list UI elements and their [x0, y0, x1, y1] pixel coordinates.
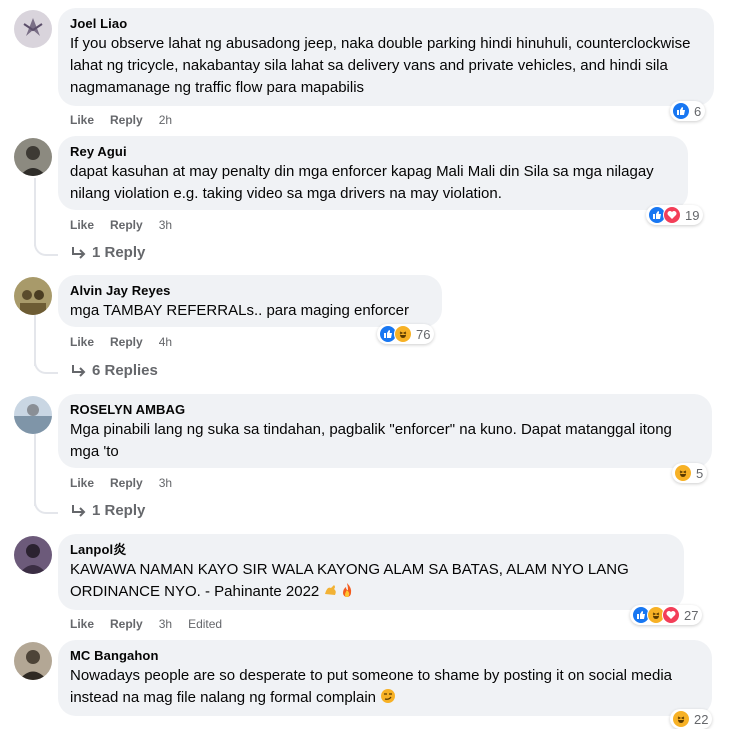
comment-text: dapat kasuhan at may penalty din mga enf… [70, 163, 654, 202]
comment-actions: Like Reply 3h Edited [70, 617, 222, 631]
comment-text-body: Nowadays people are so desperate to put … [70, 667, 673, 706]
avatar[interactable] [14, 642, 52, 680]
thread-line [34, 432, 36, 506]
comment-bubble: Rey Agui dapat kasuhan at may penalty di… [58, 136, 688, 210]
comment-bubble: ROSELYN AMBAG Mga pinabili lang ng suka … [58, 394, 712, 468]
comment-text: Nowadays people are so desperate to put … [70, 665, 700, 711]
fire-emoji-icon [339, 582, 355, 605]
view-replies-label: 1 Reply [92, 244, 146, 261]
view-replies-label: 1 Reply [92, 502, 146, 519]
haha-reaction-icon [672, 710, 690, 728]
reply-button[interactable]: Reply [110, 218, 143, 232]
reply-arrow-icon [72, 364, 86, 377]
reply-arrow-icon [72, 504, 86, 517]
thread-curve [34, 498, 58, 514]
reaction-count: 22 [694, 711, 709, 727]
comment-actions: Like Reply 2h [70, 113, 188, 127]
view-replies-label: 6 Replies [92, 362, 158, 379]
view-replies-button[interactable]: 1 Reply [70, 244, 145, 261]
comment-timestamp[interactable]: 4h [159, 335, 172, 349]
comment-text: KAWAWA NAMAN KAYO SIR WALA KAYONG ALAM S… [70, 559, 672, 605]
like-button[interactable]: Like [70, 476, 94, 490]
thread-curve [34, 358, 58, 374]
comment-author[interactable]: Joel Liao [70, 16, 702, 32]
reaction-count: 6 [694, 103, 702, 119]
reply-arrow-icon [72, 246, 86, 259]
like-button[interactable]: Like [70, 113, 94, 127]
comment-author[interactable]: ROSELYN AMBAG [70, 402, 700, 418]
thread-line [34, 178, 36, 246]
comment-author[interactable]: Alvin Jay Reyes [70, 283, 430, 299]
comment-timestamp[interactable]: 3h [159, 476, 172, 490]
comment-actions: Like Reply 4h [70, 335, 188, 349]
comment-author[interactable]: Lanpol炎 [70, 542, 672, 558]
reply-button[interactable]: Reply [110, 617, 143, 631]
comment-bubble: Alvin Jay Reyes mga TAMBAY REFERRALs.. p… [58, 275, 442, 327]
comment-text: If you observe lahat ng abusadong jeep, … [70, 35, 691, 96]
reaction-count: 19 [685, 207, 700, 223]
reaction-summary[interactable]: 22 [670, 709, 713, 729]
thread-curve [34, 240, 58, 256]
reaction-count: 5 [696, 465, 704, 481]
comment-author[interactable]: Rey Agui [70, 144, 676, 160]
like-button[interactable]: Like [70, 617, 94, 631]
haha-reaction-icon [394, 325, 412, 343]
like-button[interactable]: Like [70, 335, 94, 349]
reply-button[interactable]: Reply [110, 335, 143, 349]
reaction-summary[interactable]: 5 [672, 463, 708, 483]
avatar[interactable] [14, 277, 52, 315]
comment-bubble: Joel Liao If you observe lahat ng abusad… [58, 8, 714, 106]
comment-bubble: Lanpol炎 KAWAWA NAMAN KAYO SIR WALA KAYON… [58, 534, 684, 610]
like-reaction-icon [672, 102, 690, 120]
avatar[interactable] [14, 536, 52, 574]
view-replies-button[interactable]: 6 Replies [70, 362, 158, 379]
love-reaction-icon [662, 606, 680, 624]
view-replies-button[interactable]: 1 Reply [70, 502, 145, 519]
reaction-summary[interactable]: 6 [670, 101, 706, 121]
comment-timestamp[interactable]: 3h [159, 218, 172, 232]
reply-button[interactable]: Reply [110, 476, 143, 490]
avatar[interactable] [14, 396, 52, 434]
reaction-summary[interactable]: 27 [630, 605, 703, 625]
comment-author[interactable]: MC Bangahon [70, 648, 700, 664]
haha-reaction-icon [674, 464, 692, 482]
avatar[interactable] [14, 138, 52, 176]
avatar[interactable] [14, 10, 52, 48]
comment-actions: Like Reply 3h [70, 218, 188, 232]
reaction-count: 76 [416, 326, 431, 342]
love-reaction-icon [663, 206, 681, 224]
smirk-emoji-icon [380, 688, 396, 711]
like-button[interactable]: Like [70, 218, 94, 232]
reaction-summary[interactable]: 19 [646, 205, 704, 225]
reaction-summary[interactable]: 76 [377, 324, 435, 344]
reply-button[interactable]: Reply [110, 113, 143, 127]
comment-timestamp[interactable]: 2h [159, 113, 172, 127]
comment-actions: Like Reply 3h [70, 476, 188, 490]
edited-indicator: Edited [188, 617, 223, 631]
flexed-biceps-emoji-icon [323, 582, 339, 605]
comment-text: Mga pinabili lang ng suka sa tindahan, p… [70, 421, 672, 460]
comment-text: mga TAMBAY REFERRALs.. para maging enfor… [70, 302, 410, 319]
comment-timestamp[interactable]: 3h [159, 617, 172, 631]
comment-bubble: MC Bangahon Nowadays people are so despe… [58, 640, 712, 716]
reaction-count: 27 [684, 607, 699, 623]
